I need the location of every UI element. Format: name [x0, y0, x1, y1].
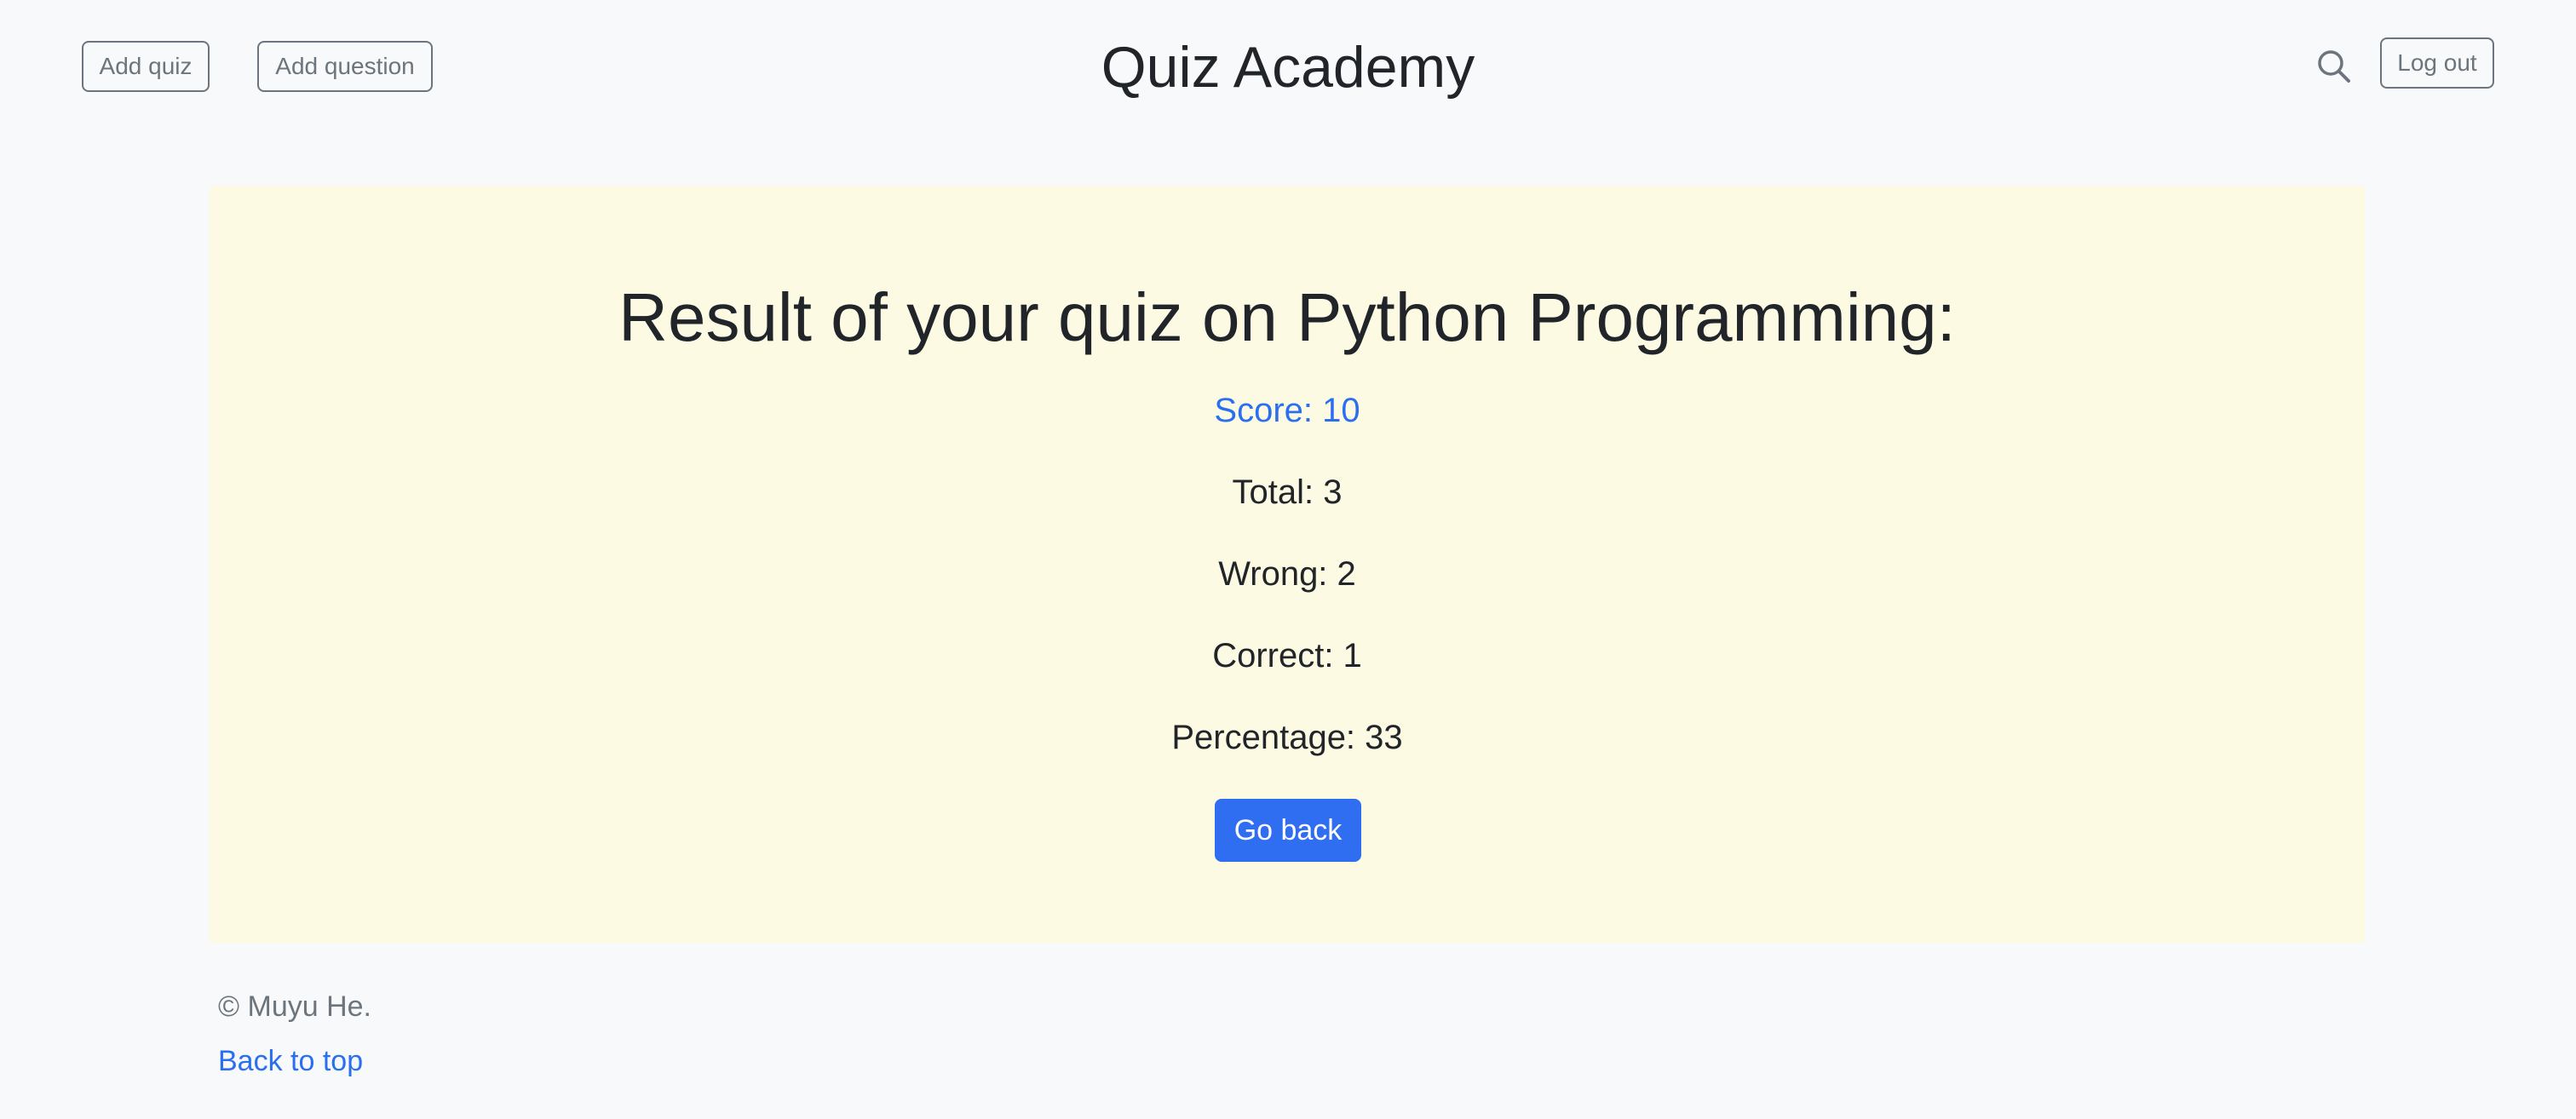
- score-text: Score: 10: [1214, 392, 1360, 429]
- search-icon[interactable]: [2315, 48, 2353, 85]
- correct-text: Correct: 1: [1212, 637, 1362, 674]
- logout-button[interactable]: Log out: [2380, 37, 2494, 89]
- result-title: Result of your quiz on Python Programmin…: [618, 279, 1956, 355]
- result-card: Result of your quiz on Python Programmin…: [210, 186, 2365, 944]
- site-header: Add quiz Add question Quiz Academy Log o…: [0, 0, 2576, 136]
- go-back-button[interactable]: Go back: [1215, 799, 1361, 862]
- total-text: Total: 3: [1232, 473, 1343, 511]
- copyright-text: © Muyu He.: [218, 990, 371, 1023]
- site-title: Quiz Academy: [1101, 35, 1475, 100]
- wrong-text: Wrong: 2: [1218, 555, 1356, 593]
- back-to-top-link[interactable]: Back to top: [218, 1042, 363, 1080]
- percentage-text: Percentage: 33: [1171, 719, 1403, 756]
